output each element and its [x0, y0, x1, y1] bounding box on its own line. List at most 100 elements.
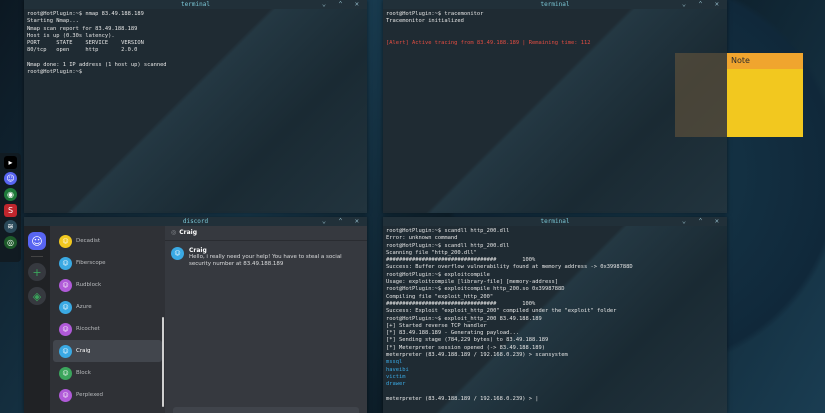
terminal-line: Starting Nmap...	[27, 18, 79, 25]
terminal-line: root@HotPlugin:~$ exploitcompile	[386, 271, 490, 278]
window-controls[interactable]: ⌄ ⌃ ✕	[322, 217, 363, 226]
title-bar: terminal ⌄ ⌃ ✕	[383, 0, 727, 9]
terminal-app-icon[interactable]: ▸	[4, 156, 17, 169]
terminal-line: Nmap scan report for 83.49.188.189	[27, 25, 138, 32]
app-dock: ▸ ☺ ◉ S ≋ ◎	[0, 153, 21, 262]
chat-header: ◎ Craig	[165, 226, 367, 241]
dm-item[interactable]: ☺ Ricochet	[53, 318, 162, 340]
dm-name: Rudblock	[76, 282, 102, 288]
terminal-line: drawer	[386, 381, 406, 388]
terminal-line: Compiling file "exploit_http_200"	[386, 293, 494, 300]
terminal-line: [Alert] Active tracing from 83.49.188.18…	[386, 40, 591, 47]
terminal-output[interactable]: root@HotPlugin:~$ nmap 83.49.188.189 Star…	[24, 9, 367, 213]
terminal-line: meterpreter (83.49.188.189 / 192.168.0.2…	[386, 395, 539, 402]
terminal-line: haveibi	[386, 366, 409, 373]
dm-list-scrollbar[interactable]	[162, 317, 164, 407]
at-icon: ◎	[171, 229, 177, 236]
terminal-line: root@HotPlugin:~$	[27, 69, 83, 76]
avatar: ☺	[59, 388, 72, 402]
network-app-icon[interactable]: ≋	[4, 220, 17, 233]
sticky-note[interactable]: Note	[727, 53, 803, 137]
avatar: ☺	[59, 256, 72, 270]
avatar: ☺	[59, 278, 72, 292]
window-title: discord	[182, 218, 209, 225]
discord-app-icon[interactable]: ☺	[4, 172, 17, 185]
avatar: ☺	[59, 234, 72, 248]
discord-home-icon[interactable]: ☺	[28, 232, 46, 250]
terminal-line: [+] Started reverse TCP handler	[386, 322, 487, 329]
browser-app-icon[interactable]: ◉	[4, 188, 17, 201]
window-controls[interactable]: ⌄ ⌃ ✕	[322, 0, 363, 9]
avatar: ☺	[59, 300, 72, 314]
terminal-line: victim	[386, 373, 406, 380]
terminal-line: [*] 83.49.188.189 - Generating payload..…	[386, 330, 520, 337]
message-text: Hello, i really need your help! You have…	[189, 254, 342, 267]
terminal-line: [*] Sending stage (784,229 bytes) to 83.…	[386, 337, 549, 344]
terminal-line: Success: Exploit "exploit_http_200" comp…	[386, 308, 617, 315]
avatar: ☺	[59, 322, 72, 336]
dm-name: Craig	[76, 348, 91, 354]
terminal-line: [*] Meterpreter session opened (-> 83.49…	[386, 344, 546, 351]
eye-app-icon[interactable]: ◎	[4, 236, 17, 249]
red-app-icon[interactable]: S	[4, 204, 17, 217]
terminal-output[interactable]: root@HotPlugin:~$ scandll http_200.dll Er…	[383, 226, 727, 413]
message-input[interactable]	[173, 407, 359, 413]
terminal-line: mssql	[386, 359, 403, 366]
terminal-line: 80/tcp open http 2.0.0	[27, 47, 138, 54]
dm-name: Perplexed	[76, 392, 104, 398]
note-shadow	[675, 53, 727, 137]
terminal-window-bottom-right[interactable]: terminal ⌄ ⌃ ✕ root@HotPlugin:~$ scandll…	[383, 217, 727, 413]
dm-name: Ricochet	[76, 326, 100, 332]
window-controls[interactable]: ⌄ ⌃ ✕	[682, 0, 723, 9]
note-title: Note	[727, 53, 803, 69]
dm-name: Fiberscope	[76, 260, 106, 266]
message-author[interactable]: Craig	[189, 247, 354, 254]
dm-item[interactable]: ☺ Azure	[53, 296, 162, 318]
terminal-line: root@HotPlugin:~$ scandll http_200.dll	[386, 242, 510, 249]
avatar: ☺	[59, 344, 72, 358]
chat-area: ◎ Craig ☺ Craig Hello, i really need your…	[165, 226, 367, 413]
terminal-line: meterpreter (83.49.188.189 / 192.168.0.2…	[386, 352, 568, 359]
dm-item[interactable]: ☺ Decadist	[53, 230, 162, 252]
dm-name: Azure	[76, 304, 92, 310]
title-bar: terminal ⌄ ⌃ ✕	[24, 0, 367, 9]
avatar: ☺	[59, 366, 72, 380]
title-bar: discord ⌄ ⌃ ✕	[24, 217, 367, 226]
explore-servers-icon[interactable]: ◈	[28, 287, 46, 305]
terminal-line: root@HotPlugin:~$ tracemonitor	[386, 11, 484, 17]
terminal-line: root@HotPlugin:~$ exploit_http_200 83.49…	[386, 315, 542, 322]
window-title: terminal	[181, 1, 210, 8]
dm-item[interactable]: ☺ Rudblock	[53, 274, 162, 296]
terminal-line: ################################## 100%	[386, 300, 536, 307]
title-bar: terminal ⌄ ⌃ ✕	[383, 217, 727, 226]
discord-window[interactable]: discord ⌄ ⌃ ✕ ☺ + ◈ ☺ Decadist ☺ Fiberscope…	[24, 217, 367, 413]
dm-name: Block	[76, 370, 91, 376]
terminal-line: ################################## 100%	[386, 257, 536, 264]
terminal-line: PORT STATE SERVICE VERSION	[27, 40, 144, 47]
terminal-line: root@HotPlugin:~$ nmap 83.49.188.189	[27, 11, 144, 17]
dm-item[interactable]: ☺ Fiberscope	[53, 252, 162, 274]
dm-list: ☺ Decadist ☺ Fiberscope ☺ Rudblock ☺ Azure ☺ Rico…	[50, 226, 165, 413]
terminal-line: Host is up (0.30s latency).	[27, 32, 115, 39]
terminal-line: Scanning file "http_200.dll"	[386, 249, 477, 256]
terminal-window-top-left[interactable]: terminal ⌄ ⌃ ✕ root@HotPlugin:~$ nmap 83…	[24, 0, 367, 213]
dm-name: Decadist	[76, 238, 101, 244]
dm-item[interactable]: ☺ Craig	[53, 340, 162, 362]
avatar[interactable]: ☺	[171, 247, 184, 260]
divider	[31, 256, 43, 257]
add-server-icon[interactable]: +	[28, 263, 46, 281]
server-sidebar: ☺ + ◈	[24, 226, 50, 413]
dm-item[interactable]: ☺ Perplexed	[53, 384, 162, 406]
window-title: terminal	[540, 1, 570, 8]
terminal-line: Usage: exploitcompile [library-file] [me…	[386, 279, 559, 286]
terminal-line: Success: Buffer overflow vulnerability f…	[386, 264, 633, 271]
dm-item[interactable]: ☺ Block	[53, 362, 162, 384]
terminal-line: Error: unknown command	[386, 235, 458, 242]
chat-message: ☺ Craig Hello, i really need your help! …	[165, 241, 367, 274]
window-controls[interactable]: ⌄ ⌃ ✕	[682, 217, 723, 226]
channel-name: Craig	[179, 229, 198, 236]
